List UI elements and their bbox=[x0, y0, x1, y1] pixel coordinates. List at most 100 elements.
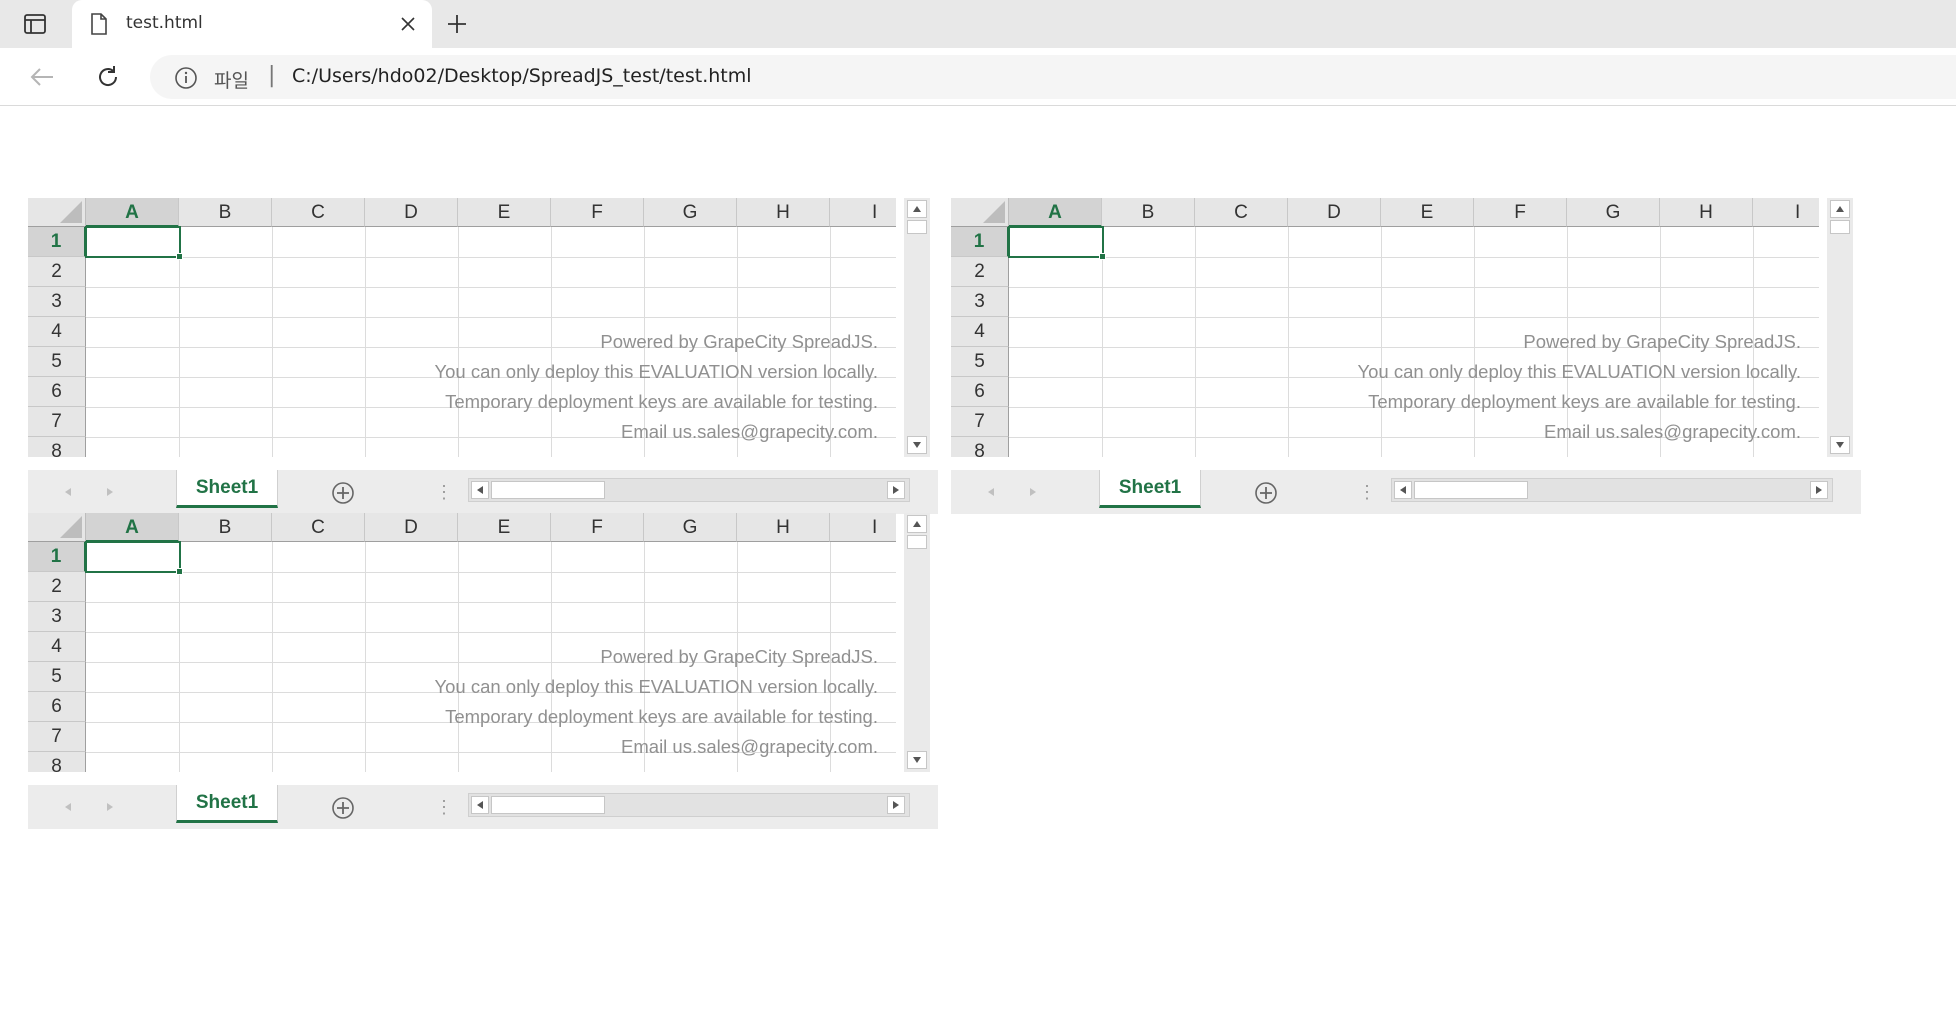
scroll-right-icon[interactable] bbox=[887, 481, 905, 499]
sheet-tab[interactable]: Sheet1 bbox=[1099, 470, 1201, 508]
row-header[interactable]: 3 bbox=[951, 287, 1009, 317]
sheet-grid[interactable]: A B C D E F G H I 1 2 3 4 5 6 7 8 Powere… bbox=[28, 198, 896, 457]
browser-tab[interactable]: test.html bbox=[72, 0, 432, 48]
column-header[interactable]: B bbox=[179, 198, 272, 227]
info-icon[interactable] bbox=[174, 66, 198, 94]
horizontal-scrollbar[interactable] bbox=[468, 478, 910, 502]
column-header[interactable]: E bbox=[458, 198, 551, 227]
column-header[interactable]: H bbox=[737, 513, 830, 542]
row-header[interactable]: 2 bbox=[951, 257, 1009, 287]
row-header[interactable]: 1 bbox=[28, 542, 86, 572]
vertical-scroll-thumb[interactable] bbox=[1830, 220, 1850, 234]
horizontal-scroll-thumb[interactable] bbox=[1414, 481, 1528, 499]
arrow-left-icon[interactable] bbox=[24, 60, 60, 94]
column-header[interactable]: H bbox=[737, 198, 830, 227]
column-header[interactable]: B bbox=[179, 513, 272, 542]
sheet-tab[interactable]: Sheet1 bbox=[176, 785, 278, 823]
scroll-down-icon[interactable] bbox=[907, 751, 927, 769]
row-header[interactable]: 2 bbox=[28, 257, 86, 287]
row-header[interactable]: 8 bbox=[28, 437, 86, 457]
row-header[interactable]: 1 bbox=[28, 227, 86, 257]
vertical-scrollbar[interactable] bbox=[904, 198, 930, 457]
select-all-corner[interactable] bbox=[28, 198, 86, 227]
vertical-scrollbar[interactable] bbox=[1827, 198, 1853, 457]
address-bar[interactable]: 파일 | C:/Users/hdo02/Desktop/SpreadJS_tes… bbox=[150, 55, 1956, 99]
row-header[interactable]: 8 bbox=[28, 752, 86, 772]
row-header[interactable]: 7 bbox=[28, 722, 86, 752]
tab-next-icon[interactable] bbox=[1023, 482, 1043, 502]
sidebar-toggle-icon[interactable] bbox=[20, 11, 50, 37]
column-header[interactable]: D bbox=[365, 198, 458, 227]
vertical-scroll-thumb[interactable] bbox=[907, 220, 927, 234]
column-header[interactable]: A bbox=[1009, 198, 1102, 227]
column-header[interactable]: F bbox=[551, 198, 644, 227]
column-header[interactable]: A bbox=[86, 198, 179, 227]
scroll-right-icon[interactable] bbox=[887, 796, 905, 814]
column-header[interactable]: A bbox=[86, 513, 179, 542]
row-header[interactable]: 4 bbox=[28, 317, 86, 347]
row-header[interactable]: 6 bbox=[28, 377, 86, 407]
column-header[interactable]: D bbox=[365, 513, 458, 542]
scroll-right-icon[interactable] bbox=[1810, 481, 1828, 499]
row-header[interactable]: 5 bbox=[28, 662, 86, 692]
sheet-grid[interactable]: A B C D E F G H I 1 2 3 4 5 6 7 8 Powere… bbox=[28, 513, 896, 772]
scroll-down-icon[interactable] bbox=[1830, 436, 1850, 454]
column-header[interactable]: E bbox=[1381, 198, 1474, 227]
scroll-left-icon[interactable] bbox=[1394, 481, 1412, 499]
tab-menu-handle[interactable]: ⋮ bbox=[435, 795, 453, 819]
url-text[interactable]: C:/Users/hdo02/Desktop/SpreadJS_test/tes… bbox=[292, 65, 752, 87]
row-header[interactable]: 5 bbox=[951, 347, 1009, 377]
scroll-up-icon[interactable] bbox=[907, 200, 927, 218]
horizontal-scrollbar[interactable] bbox=[1391, 478, 1833, 502]
tab-menu-handle[interactable]: ⋮ bbox=[435, 480, 453, 504]
row-header[interactable]: 1 bbox=[951, 227, 1009, 257]
horizontal-scroll-thumb[interactable] bbox=[491, 796, 605, 814]
row-header[interactable]: 4 bbox=[951, 317, 1009, 347]
tab-menu-handle[interactable]: ⋮ bbox=[1358, 480, 1376, 504]
column-header[interactable]: G bbox=[644, 513, 737, 542]
scroll-left-icon[interactable] bbox=[471, 796, 489, 814]
scroll-left-icon[interactable] bbox=[471, 481, 489, 499]
column-header[interactable]: G bbox=[1567, 198, 1660, 227]
column-header[interactable]: C bbox=[272, 513, 365, 542]
column-header[interactable]: E bbox=[458, 513, 551, 542]
tab-next-icon[interactable] bbox=[100, 797, 120, 817]
column-header[interactable]: F bbox=[551, 513, 644, 542]
close-icon[interactable] bbox=[396, 12, 420, 36]
horizontal-scrollbar[interactable] bbox=[468, 793, 910, 817]
tab-prev-icon[interactable] bbox=[981, 482, 1001, 502]
column-header[interactable]: G bbox=[644, 198, 737, 227]
sheet-grid[interactable]: A B C D E F G H I 1 2 3 4 5 6 7 8 Powere… bbox=[951, 198, 1819, 457]
tab-prev-icon[interactable] bbox=[58, 482, 78, 502]
column-header[interactable]: B bbox=[1102, 198, 1195, 227]
row-header[interactable]: 7 bbox=[951, 407, 1009, 437]
scroll-up-icon[interactable] bbox=[1830, 200, 1850, 218]
tab-prev-icon[interactable] bbox=[58, 797, 78, 817]
reload-icon[interactable] bbox=[90, 60, 126, 94]
scroll-down-icon[interactable] bbox=[907, 436, 927, 454]
column-header[interactable]: I bbox=[1753, 198, 1819, 227]
column-header[interactable]: C bbox=[272, 198, 365, 227]
circle-plus-icon[interactable] bbox=[330, 480, 356, 506]
row-header[interactable]: 6 bbox=[951, 377, 1009, 407]
column-header[interactable]: I bbox=[830, 198, 896, 227]
column-header[interactable]: D bbox=[1288, 198, 1381, 227]
fill-handle[interactable] bbox=[176, 253, 183, 260]
row-header[interactable]: 5 bbox=[28, 347, 86, 377]
select-all-corner[interactable] bbox=[28, 513, 86, 542]
row-header[interactable]: 3 bbox=[28, 602, 86, 632]
active-cell-a1[interactable] bbox=[85, 226, 181, 258]
row-header[interactable]: 6 bbox=[28, 692, 86, 722]
plus-icon[interactable] bbox=[442, 10, 472, 38]
column-header[interactable]: H bbox=[1660, 198, 1753, 227]
tab-next-icon[interactable] bbox=[100, 482, 120, 502]
column-header[interactable]: I bbox=[830, 513, 896, 542]
row-header[interactable]: 3 bbox=[28, 287, 86, 317]
row-header[interactable]: 7 bbox=[28, 407, 86, 437]
fill-handle[interactable] bbox=[1099, 253, 1106, 260]
horizontal-scroll-thumb[interactable] bbox=[491, 481, 605, 499]
fill-handle[interactable] bbox=[176, 568, 183, 575]
sheet-tab[interactable]: Sheet1 bbox=[176, 470, 278, 508]
column-header[interactable]: F bbox=[1474, 198, 1567, 227]
circle-plus-icon[interactable] bbox=[1253, 480, 1279, 506]
